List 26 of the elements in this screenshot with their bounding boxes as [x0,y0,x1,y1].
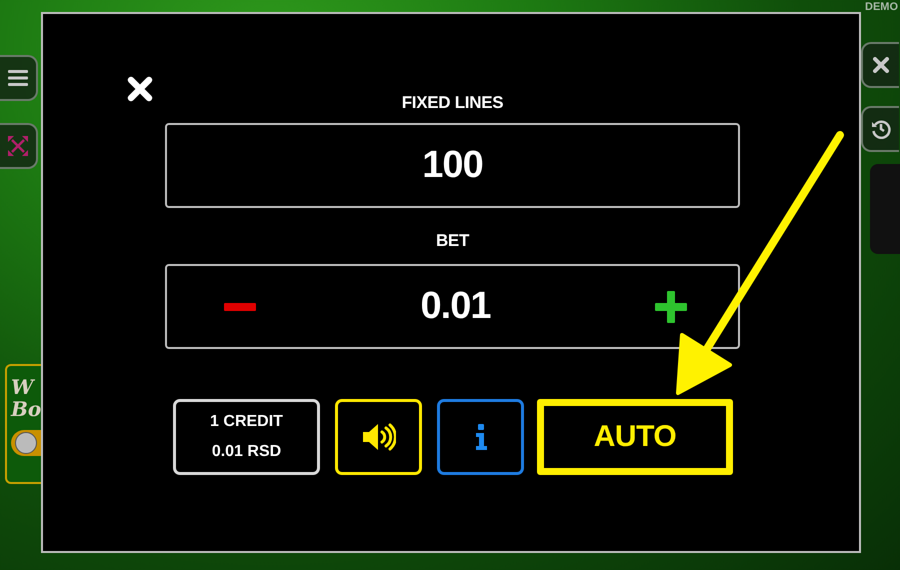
expand-icon [7,135,29,157]
close-icon [127,76,153,102]
speaker-icon [362,423,396,451]
fixed-lines-label: FIXED LINES [402,93,504,113]
credit-text: 0.01 RSD [212,443,282,461]
info-icon [474,424,486,450]
menu-icon [8,69,28,87]
bet-value: 0.01 [420,285,490,328]
minus-icon [224,302,256,310]
credit-text: 1 CREDIT [210,413,283,431]
close-icon [873,57,889,73]
bet-label: BET [436,231,470,251]
bonus-title: W [11,376,34,398]
bonus-title: Bo [11,398,42,420]
history-button[interactable] [861,106,899,152]
sound-button[interactable] [335,399,422,475]
history-icon [871,119,891,139]
credit-display[interactable]: 1 CREDIT 0.01 RSD [173,399,320,475]
menu-button[interactable] [0,55,38,101]
fullscreen-button[interactable] [0,123,38,169]
fixed-lines-value: 100 [165,123,740,208]
demo-label: DEMO [865,0,898,13]
close-button[interactable] [861,42,899,88]
auto-button[interactable]: AUTO [537,399,733,475]
info-button[interactable] [437,399,524,475]
plus-icon [655,290,687,322]
